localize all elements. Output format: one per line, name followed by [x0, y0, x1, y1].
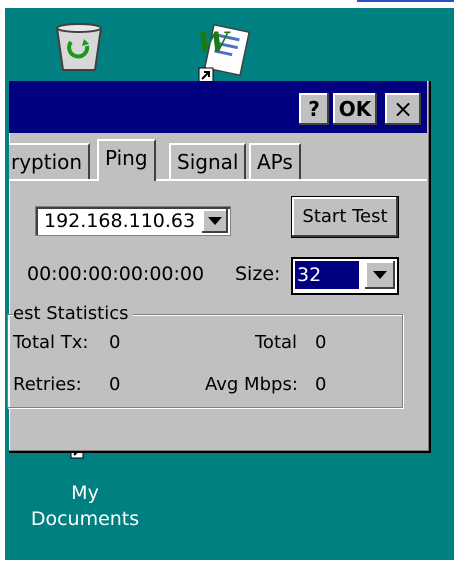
- help-button[interactable]: ?: [299, 93, 329, 125]
- ip-address-combobox[interactable]: 192.168.110.63: [35, 206, 231, 236]
- my-documents-label-line2: Documents: [30, 508, 140, 530]
- chevron-down-icon: [373, 271, 387, 279]
- total-tx-value: 0: [109, 332, 121, 353]
- start-test-button[interactable]: Start Test: [291, 196, 399, 238]
- screen-top-border: [0, 0, 457, 8]
- chevron-down-icon: [208, 217, 222, 225]
- dialog-titlebar[interactable]: ? OK ×: [9, 81, 427, 133]
- total-value: 0: [315, 332, 327, 353]
- ip-dropdown-button[interactable]: [202, 209, 228, 233]
- test-statistics-legend: est Statistics: [13, 303, 133, 325]
- tab-panel-top-border: [9, 179, 427, 181]
- my-documents-icon[interactable]: My Documents: [25, 440, 145, 540]
- total-tx-label: Total Tx:: [13, 332, 89, 353]
- size-combobox[interactable]: 32: [291, 257, 399, 295]
- tab-signal[interactable]: Signal: [169, 143, 247, 179]
- total-label: Total: [255, 332, 298, 353]
- retries-value: 0: [109, 374, 121, 395]
- desktop: W My Documents ? OK × ryption Ping Signa…: [5, 8, 454, 560]
- size-dropdown-button[interactable]: [365, 261, 395, 289]
- top-accent-line: [357, 0, 457, 2]
- size-label: Size:: [235, 263, 281, 285]
- size-value[interactable]: 32: [295, 261, 359, 289]
- close-button[interactable]: ×: [385, 93, 421, 125]
- recycle-bin-icon[interactable]: [51, 22, 107, 72]
- tab-encryption[interactable]: ryption: [9, 143, 91, 179]
- svg-text:W: W: [197, 26, 231, 59]
- avg-mbps-value: 0: [315, 374, 327, 395]
- mac-address-text: 00:00:00:00:00:00: [27, 263, 205, 285]
- my-documents-label: My Documents: [25, 480, 145, 532]
- wireless-utility-dialog: ? OK × ryption Ping Signal APs 192.168.1…: [7, 81, 431, 453]
- ok-button[interactable]: OK: [333, 93, 377, 125]
- tab-strip: ryption Ping Signal APs: [9, 139, 427, 181]
- tab-aps[interactable]: APs: [249, 143, 301, 179]
- retries-label: Retries:: [13, 374, 82, 395]
- my-documents-label-line1: My: [71, 482, 99, 504]
- tab-ping[interactable]: Ping: [97, 139, 156, 181]
- word-document-icon[interactable]: W: [191, 22, 253, 84]
- ip-address-value: 192.168.110.63: [44, 210, 196, 232]
- avg-mbps-label: Avg Mbps:: [205, 374, 298, 395]
